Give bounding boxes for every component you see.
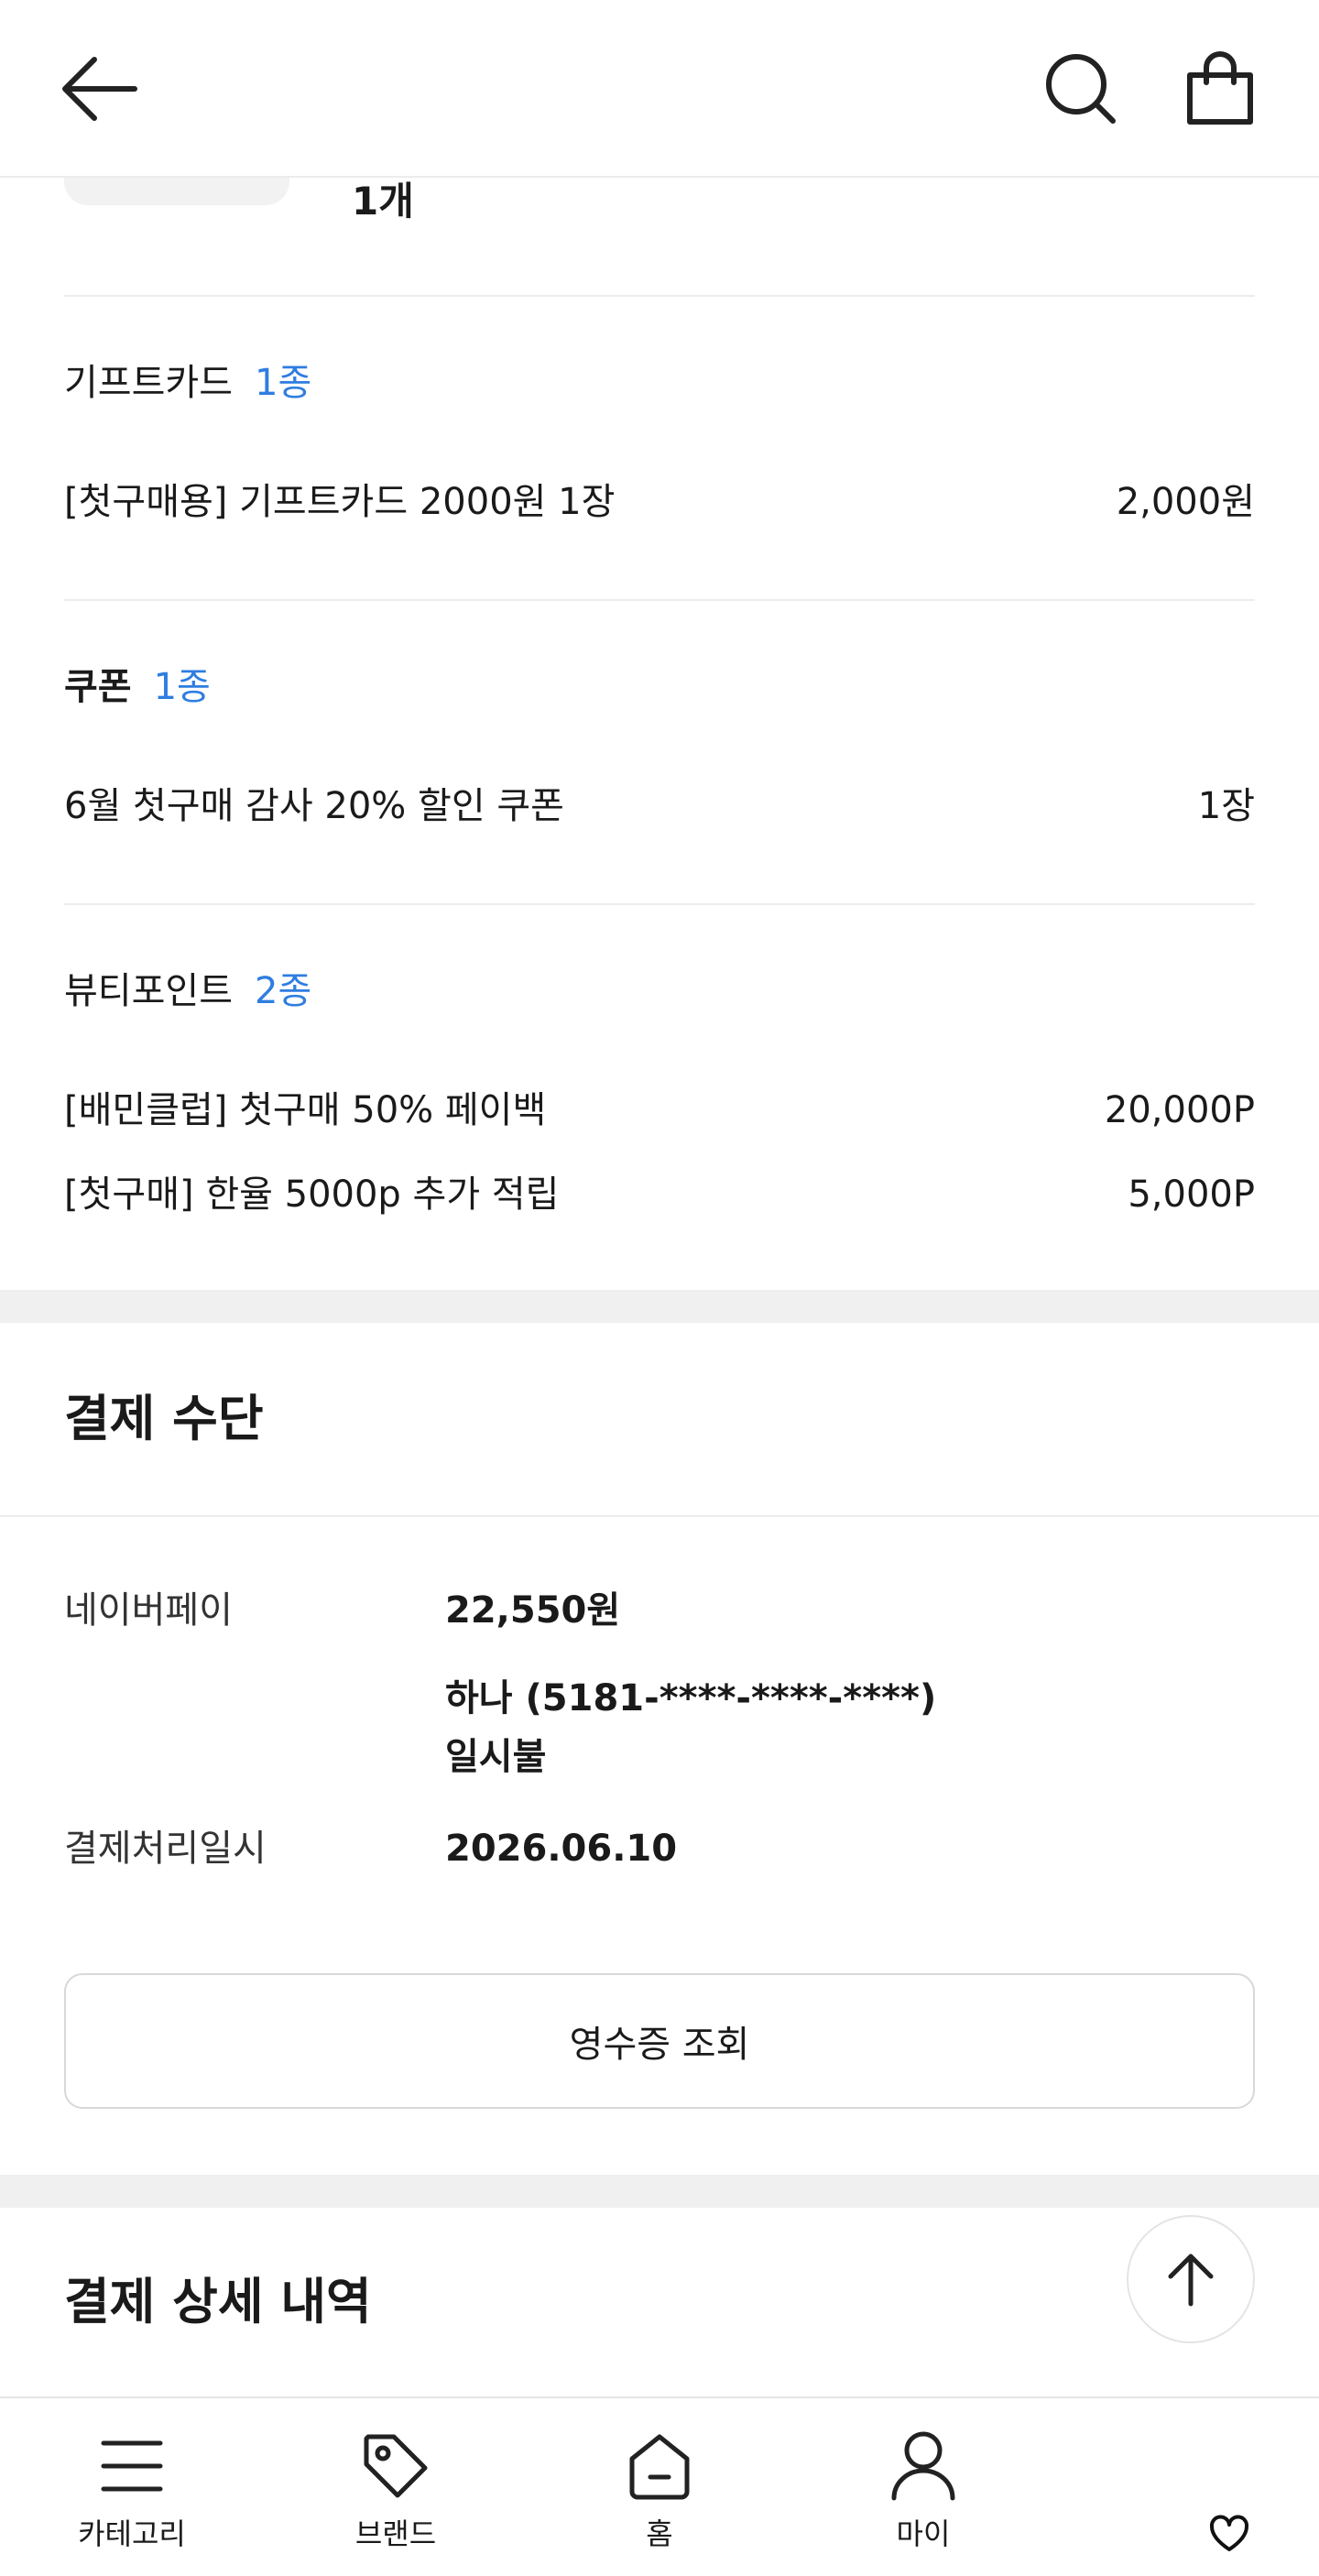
giftcard-row: [첫구매용] 기프트카드 2000원 1장 2,000원 xyxy=(64,476,1255,528)
giftcard-name: [첫구매용] 기프트카드 2000원 1장 xyxy=(64,481,616,523)
beautypoint-value: 5,000P xyxy=(1128,1173,1255,1216)
giftcard-value: 2,000원 xyxy=(1116,481,1255,523)
payment-installment: 일시불 xyxy=(445,1736,547,1778)
payment-card: 하나 (5181-****-****-****) xyxy=(445,1677,937,1719)
home-icon xyxy=(623,2429,696,2503)
beautypoint-section-title: 뷰티포인트 2종 xyxy=(64,966,311,1017)
user-icon xyxy=(887,2429,960,2503)
nav-category[interactable]: 카테고리 xyxy=(49,2398,214,2576)
coupon-section-title: 쿠폰 1종 xyxy=(64,661,211,713)
coupon-label: 쿠폰 xyxy=(64,666,132,708)
beautypoint-row: [첫구매] 한율 5000p 추가 적립 5,000P xyxy=(64,1169,1255,1220)
nav-home-label: 홈 xyxy=(646,2516,673,2551)
payment-method-label: 네이버페이 xyxy=(64,1589,233,1632)
coupon-name: 6월 첫구매 감사 20% 할인 쿠폰 xyxy=(64,785,564,827)
section-gap xyxy=(0,2175,1319,2208)
payment-date-value: 2026.06.10 xyxy=(445,1828,678,1870)
section-gap xyxy=(0,1290,1319,1323)
beautypoint-value: 20,000P xyxy=(1104,1089,1255,1131)
giftcard-label: 기프트카드 xyxy=(64,362,233,404)
coupon-row: 6월 첫구매 감사 20% 할인 쿠폰 1장 xyxy=(64,780,1255,832)
tag-icon xyxy=(359,2429,432,2503)
divider xyxy=(64,599,1255,601)
payment-date-label: 결제처리일시 xyxy=(64,1828,267,1870)
top-header xyxy=(0,0,1319,178)
menu-icon xyxy=(95,2429,169,2503)
divider xyxy=(0,1515,1319,1517)
shopping-bag-button[interactable] xyxy=(1174,43,1266,135)
payment-amount: 22,550원 xyxy=(445,1589,621,1632)
nav-my[interactable]: 마이 xyxy=(841,2398,1006,2576)
arrow-left-icon xyxy=(62,57,137,121)
payment-method-title: 결제 수단 xyxy=(64,1390,264,1447)
giftcard-section-title: 기프트카드 1종 xyxy=(64,357,311,409)
payment-detail-title: 결제 상세 내역 xyxy=(64,2273,372,2330)
shopping-bag-icon xyxy=(1187,51,1253,125)
nav-category-label: 카테고리 xyxy=(78,2516,186,2551)
heart-icon[interactable] xyxy=(1207,2514,1251,2554)
search-icon xyxy=(1046,54,1116,124)
nav-brand[interactable]: 브랜드 xyxy=(313,2398,478,2576)
beautypoint-count: 2종 xyxy=(255,970,312,1012)
divider xyxy=(64,295,1255,297)
search-button[interactable] xyxy=(1035,43,1127,135)
coupon-value: 1장 xyxy=(1197,785,1255,827)
scroll-top-button[interactable] xyxy=(1127,2215,1255,2343)
arrow-up-icon xyxy=(1168,2254,1214,2307)
nav-home[interactable]: 홈 xyxy=(577,2398,742,2576)
product-quantity: 1개 xyxy=(352,179,414,224)
receipt-button[interactable]: 영수증 조회 xyxy=(64,1973,1255,2109)
beautypoint-label: 뷰티포인트 xyxy=(64,970,233,1012)
beautypoint-name: [첫구매] 한율 5000p 추가 적립 xyxy=(64,1173,560,1216)
product-thumbnail xyxy=(64,178,289,205)
giftcard-count: 1종 xyxy=(255,362,312,404)
beautypoint-name: [배민클럽] 첫구매 50% 페이백 xyxy=(64,1089,547,1131)
beautypoint-row: [배민클럽] 첫구매 50% 페이백 20,000P xyxy=(64,1085,1255,1136)
bottom-navigation: 카테고리 브랜드 홈 마이 xyxy=(0,2396,1319,2576)
nav-my-label: 마이 xyxy=(896,2516,951,2551)
back-button[interactable] xyxy=(53,43,145,135)
nav-brand-label: 브랜드 xyxy=(354,2516,437,2551)
divider xyxy=(64,903,1255,905)
coupon-count: 1종 xyxy=(153,666,211,708)
